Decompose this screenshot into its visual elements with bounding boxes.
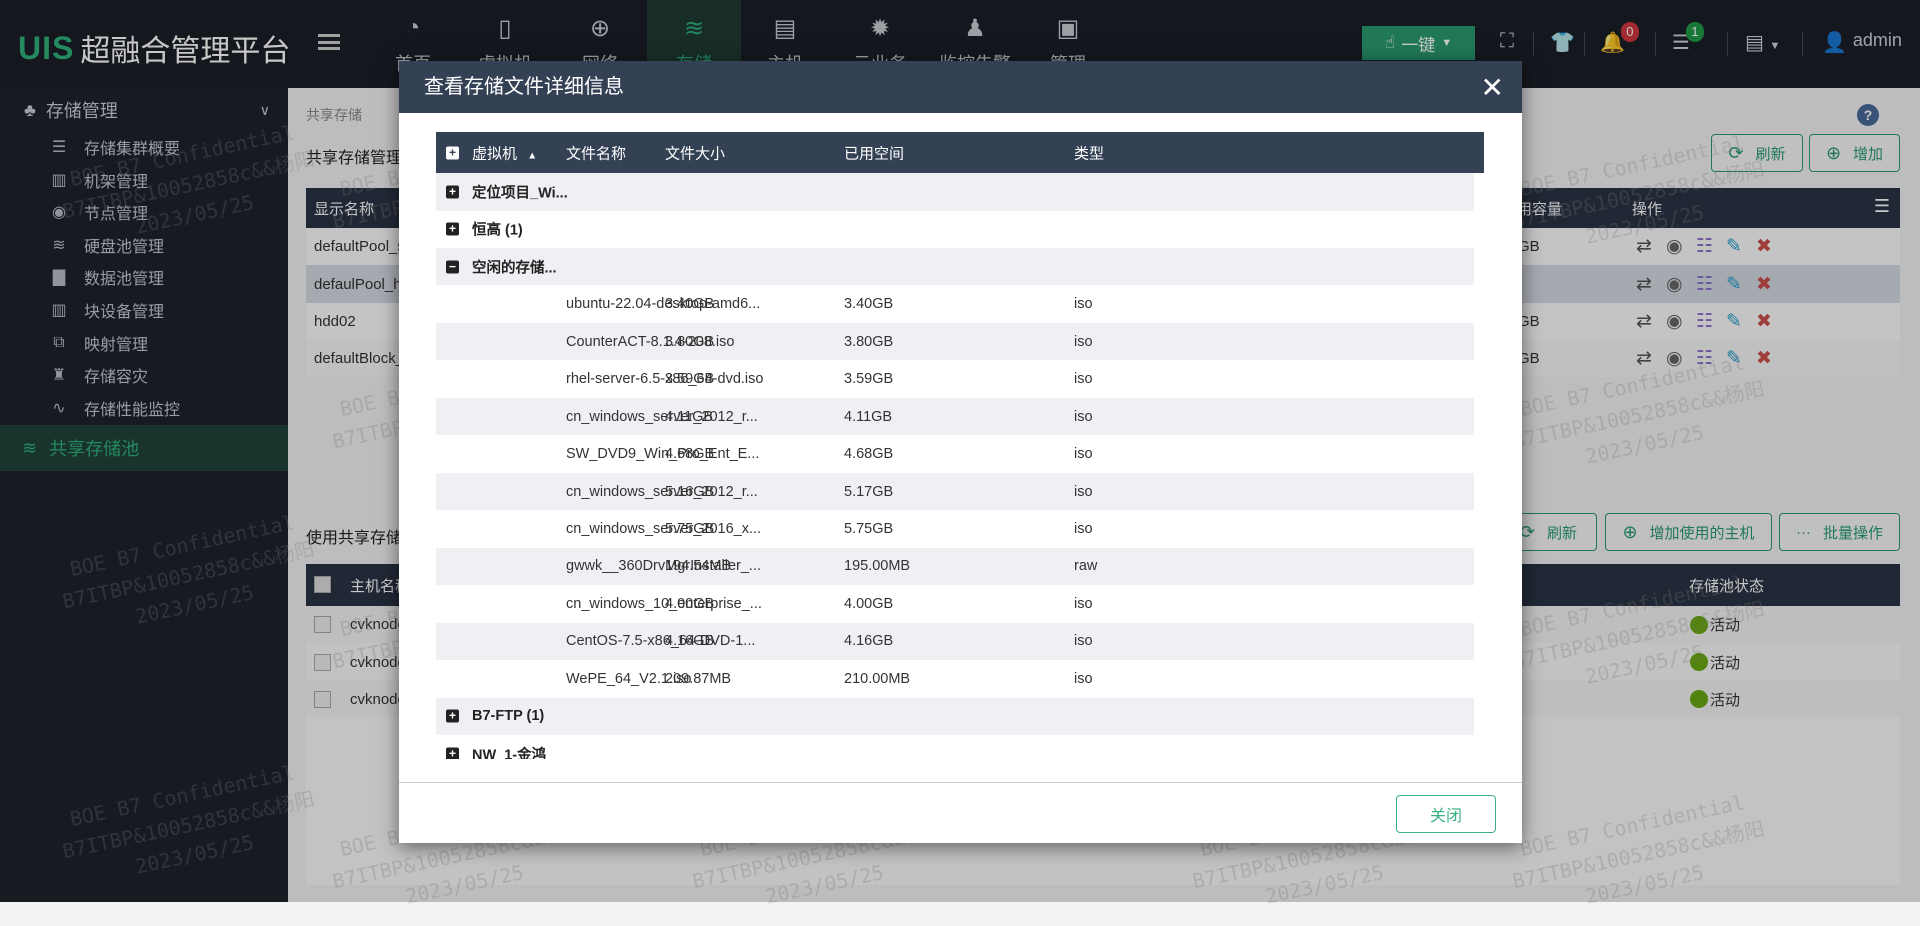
file-row[interactable]: cn_windows_server_2012_r... 4.11GB 4.11GB i… — [436, 397, 1474, 436]
file-row[interactable]: cn_windows_10_enterprise_... 4.00GB 4.00GB… — [436, 585, 1474, 623]
file-row[interactable]: gwwk__360DrvMgrInstaller_... 194.54MB 195.… — [436, 547, 1474, 586]
vm-group-row[interactable]: − 空闲的存储... — [436, 247, 1474, 286]
column-type[interactable]: 类型 — [1074, 142, 1104, 163]
column-used-space[interactable]: 已用空间 — [844, 142, 904, 163]
column-file-name[interactable]: 文件名称 — [566, 142, 626, 163]
file-row[interactable]: cn_windows_server_2012_r... 5.16GB 5.17GB i… — [436, 472, 1474, 511]
vm-group-row[interactable]: + NW_1-金鸿 — [436, 735, 1474, 759]
close-icon[interactable]: ✕ — [1481, 71, 1504, 104]
storage-file-details-dialog: 查看存储文件详细信息 ✕ + 虚拟机 ▲ 文件名称 文件大小 已用空间 类型 +… — [399, 61, 1522, 843]
file-row[interactable]: ubuntu-22.04-desktop-amd6... 3.40GB 3.40GB… — [436, 285, 1474, 323]
close-button[interactable]: 关闭 — [1396, 795, 1496, 833]
file-table-header: + 虚拟机 ▲ 文件名称 文件大小 已用空间 类型 — [436, 132, 1484, 173]
dialog-footer-divider — [399, 782, 1522, 783]
expand-all-icon[interactable]: + — [446, 146, 459, 159]
expand-icon[interactable]: + — [446, 747, 459, 759]
expand-icon[interactable]: + — [446, 185, 459, 199]
file-row[interactable]: CounterACT-8.1.4-208.iso 3.80GB 3.80GB iso — [436, 322, 1474, 361]
file-row[interactable]: rhel-server-6.5-x86_64-dvd.iso 3.59GB 3.59… — [436, 360, 1474, 398]
dialog-title: 查看存储文件详细信息 — [424, 76, 624, 98]
file-row[interactable]: WePE_64_V2.1.iso 209.87MB 210.00MB iso — [436, 660, 1474, 698]
file-table: + 虚拟机 ▲ 文件名称 文件大小 已用空间 类型 + 定位项目_Wi... + 恒高… — [436, 132, 1484, 759]
vm-group-row[interactable]: + 定位项目_Wi... — [436, 173, 1474, 211]
vm-group-row[interactable]: + B7-FTP (1) — [436, 697, 1474, 736]
sort-by-vm[interactable]: 虚拟机 ▲ — [472, 142, 537, 163]
expand-icon[interactable]: + — [446, 222, 459, 236]
column-file-size[interactable]: 文件大小 — [665, 142, 725, 163]
file-row[interactable]: SW_DVD9_Win_Pro_Ent_E... 4.68GB 4.68GB iso — [436, 435, 1474, 473]
file-row[interactable]: CentOS-7.5-x86_64-DVD-1... 4.16GB 4.16GB is… — [436, 622, 1474, 661]
vm-group-row[interactable]: + 恒高 (1) — [436, 210, 1474, 248]
sort-asc-icon: ▲ — [527, 150, 538, 161]
file-row[interactable]: cn_windows_server_2016_x... 5.75GB 5.75GB i… — [436, 510, 1474, 548]
collapse-icon[interactable]: − — [446, 260, 459, 274]
dialog-header: 查看存储文件详细信息 — [399, 61, 1522, 113]
expand-icon[interactable]: + — [446, 709, 459, 723]
